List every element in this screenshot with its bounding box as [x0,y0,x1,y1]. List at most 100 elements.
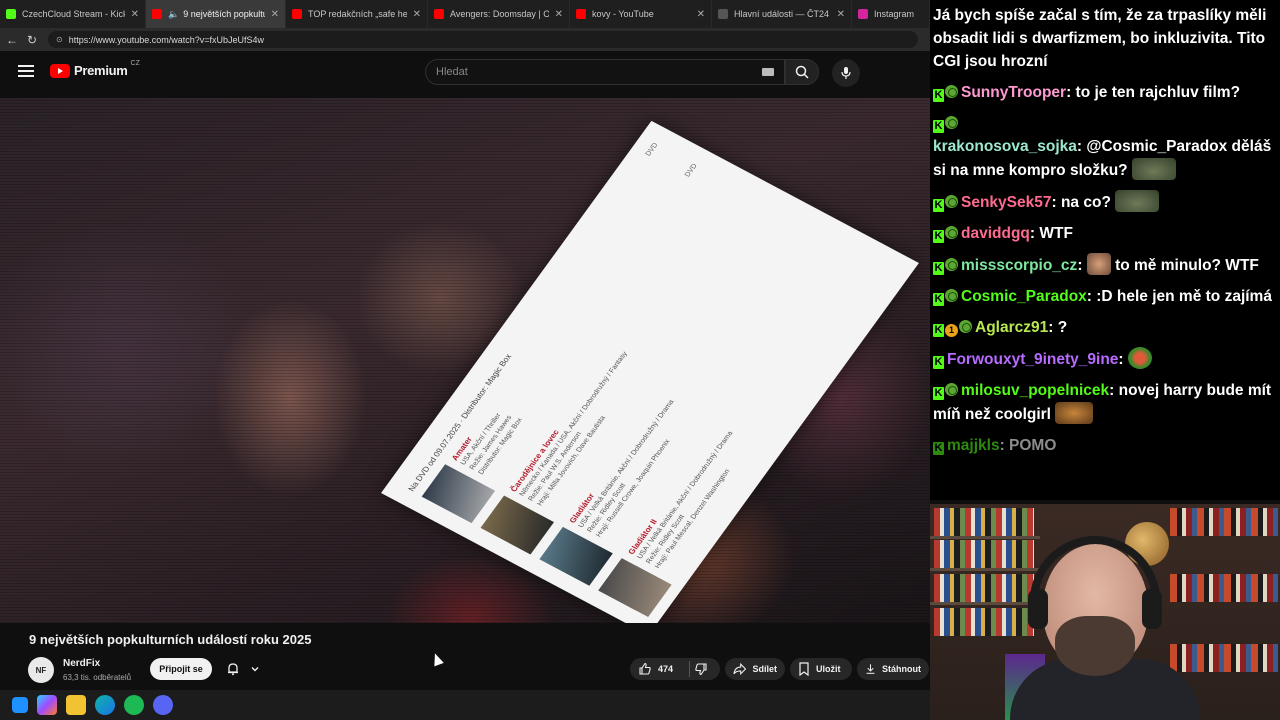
tab-instagram[interactable]: Instagram [852,0,930,28]
download-label: Stáhnout [882,664,921,674]
tab-title: TOP redakčních „safe her“, kt [308,9,407,19]
file-explorer-icon[interactable] [66,695,86,715]
dislike-button[interactable] [688,658,722,680]
tab-ct24[interactable]: Hlavní události — ČT24 — Č ✕ [712,0,852,28]
headset-earcup [1142,589,1162,629]
chat-message: K SenkySek57: na co? [933,190,1276,214]
chat-message: K SunnyTrooper: to je ten rajchluv film? [933,84,1241,102]
close-icon[interactable]: ✕ [271,9,279,20]
download-button[interactable]: Stáhnout [857,658,929,680]
youtube-premium-logo[interactable]: Premium CZ [50,60,140,78]
chat-username[interactable]: daviddgq [961,225,1030,242]
ct24-favicon-icon [718,9,728,19]
copilot-icon[interactable] [37,695,57,715]
shelf [930,536,1040,539]
chat-text: to je ten rajchluv film? [1075,84,1241,101]
reload-icon[interactable]: ↻ [22,33,42,47]
video-player[interactable]: Na DVD od 09.07.2025 · Distributor: Magi… [0,98,930,623]
join-button[interactable]: Připojit se [150,658,212,680]
kick-badge-icon: K [933,230,944,243]
search-input[interactable]: Hledat [425,59,785,85]
chat-message: Kmilosuv_popelnicek: novej harry bude mí… [933,382,1272,424]
kick-badge-icon: K [933,199,944,212]
thumbs-up-icon [639,662,651,675]
frog-emote-icon [1115,190,1160,212]
tab-active-video[interactable]: 🔈 9 největších popkulturní ✕ [146,0,286,28]
save-label: Uložit [816,664,841,674]
subscriber-badge-icon: 1 [945,324,958,337]
youtube-favicon-icon [292,9,302,19]
tab-czechcloud[interactable]: CzechCloud Stream - Kick Da ✕ [0,0,146,28]
shelf [930,602,1040,605]
close-icon[interactable]: ✕ [131,9,139,20]
channel-avatar[interactable]: NF [28,657,54,683]
chat-message: Já bych spíše začal s tím, že za trpaslí… [933,4,1276,73]
voice-search-button[interactable] [832,59,860,87]
headset-earcup [1028,589,1048,629]
chat-username[interactable]: missscorpio_cz [961,257,1077,274]
site-info-icon[interactable]: ⊙ [56,35,63,44]
windows-start-icon[interactable] [12,697,28,713]
youtube-favicon-icon [576,9,586,19]
search-button[interactable] [785,59,819,85]
gift-badge-icon [945,116,958,129]
share-button[interactable]: Sdílet [725,658,785,680]
back-arrow-icon[interactable]: ← [2,33,22,47]
logo-text: Premium [74,63,128,78]
browser-window: CzechCloud Stream - Kick Da ✕ 🔈 9 největ… [0,0,930,690]
discord-icon[interactable] [153,695,173,715]
screen: CzechCloud Stream - Kick Da ✕ 🔈 9 největ… [0,0,1280,720]
chat-text: na co? [1060,194,1111,211]
close-icon[interactable]: ✕ [413,9,421,20]
tab-title: Hlavní události — ČT24 — Č [734,9,831,19]
close-icon[interactable]: ✕ [837,9,845,20]
tab-avengers[interactable]: Avengers: Doomsday | Only ✕ [428,0,570,28]
chat-username[interactable]: SenkySek57 [961,194,1052,211]
gift-badge-icon [945,258,958,271]
tab-title: 9 největších popkulturní [183,9,264,19]
speaker-icon[interactable]: 🔈 [168,9,179,20]
tab-title: Instagram [874,9,915,19]
notification-button[interactable] [221,658,265,680]
tab-kovy[interactable]: kovy - YouTube ✕ [570,0,712,28]
taskbar [0,690,930,720]
chat-username[interactable]: majjkls [947,437,1000,454]
save-button[interactable]: Uložit [790,658,852,680]
cat-emote-icon [1086,253,1111,275]
spotify-icon[interactable] [124,695,144,715]
search-placeholder: Hledat [436,66,468,78]
chat-username[interactable]: Aglarcz91 [975,319,1048,336]
kick-badge-icon: K [933,293,944,306]
chat-message: Kmajjkls: POMO [933,437,1057,455]
address-bar: ← ↻ ⊙ https://www.youtube.com/watch?v=fx… [0,28,930,51]
chat-username[interactable]: milosuv_popelnicek [961,382,1109,399]
channel-name[interactable]: NerdFix [63,658,100,669]
gift-badge-icon [945,383,958,396]
chat-username[interactable]: Forwouxyt_9inety_9ine [947,351,1118,368]
bookmark-icon [799,662,809,676]
gift-badge-icon [959,320,972,333]
bookshelf [934,608,1034,636]
hamburger-menu-icon[interactable] [18,65,34,77]
chat-username[interactable]: Cosmic_Paradox [961,288,1087,305]
kick-badge-icon: K [933,387,944,400]
bookshelf [934,540,1034,568]
url-field[interactable]: ⊙ https://www.youtube.com/watch?v=fxUbJe… [48,31,918,48]
tab-title: Avengers: Doomsday | Only [450,9,549,19]
gift-badge-icon [945,85,958,98]
chat-text: :D hele jen mě to zajímá [1096,288,1272,305]
video-title: 9 největších popkulturních událostí roku… [29,632,312,647]
keyboard-icon[interactable] [762,68,774,76]
gift-badge-icon [945,195,958,208]
tab-top-redakcnich[interactable]: TOP redakčních „safe her“, kt ✕ [286,0,428,28]
close-icon[interactable]: ✕ [555,9,563,20]
instagram-favicon-icon [858,9,868,19]
close-icon[interactable]: ✕ [697,9,705,20]
chat-username[interactable]: krakonosova_sojka [933,138,1077,155]
url-text: https://www.youtube.com/watch?v=fxUbJeUf… [68,34,265,45]
like-count: 474 [658,664,674,674]
kick-badge-icon: K [933,262,944,275]
chat-message: Kdaviddgq: WTF [933,225,1073,243]
chat-username[interactable]: SunnyTrooper [961,84,1066,101]
edge-browser-icon[interactable] [95,695,115,715]
